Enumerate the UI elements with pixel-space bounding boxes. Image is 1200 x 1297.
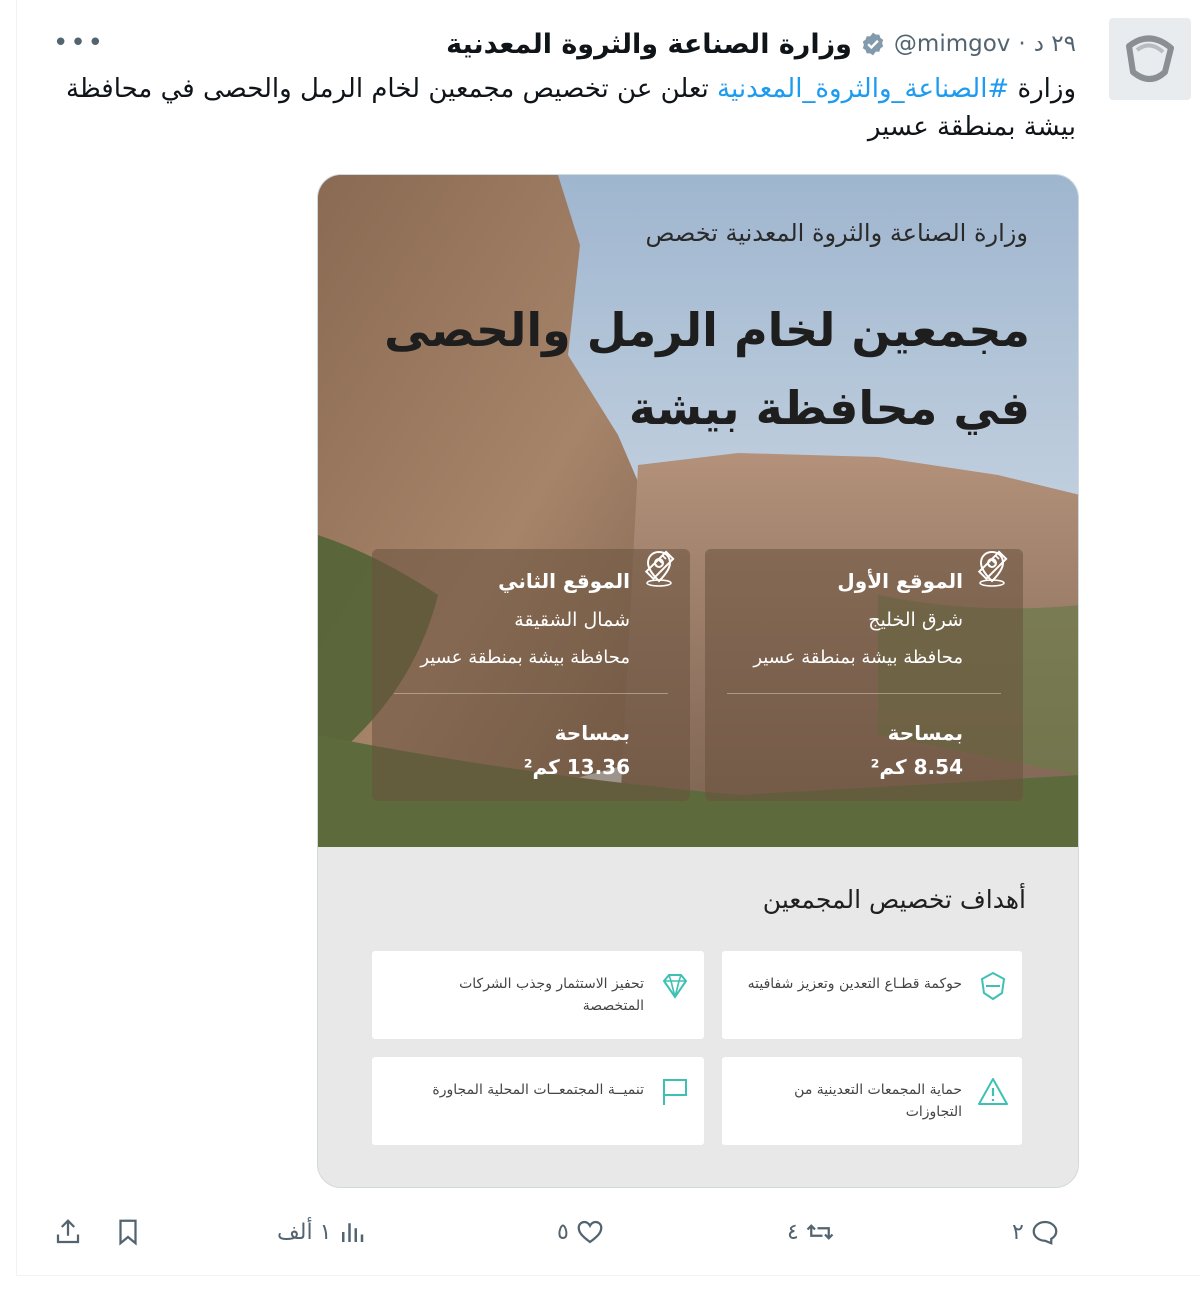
more-options-icon[interactable]: •••: [53, 28, 105, 58]
retweet-icon: [806, 1224, 834, 1240]
flag-icon: [663, 1079, 687, 1105]
area-value: 13.36 كم²: [523, 755, 630, 779]
goal-card: تحفيز الاستثمار وجذب الشركات المتخصصة: [372, 951, 704, 1039]
image-title: مجمعين لخام الرمل والحصى في محافظة بيشة: [350, 291, 1030, 447]
share-icon: [56, 1219, 80, 1244]
analytics-icon: [342, 1223, 364, 1242]
goal-text: حوكمة قطـاع التعدين وتعزيز شفافيته: [747, 976, 962, 992]
location-card-second: الموقع الثاني شمال الشقيقة محافظة بيشة ب…: [372, 549, 690, 801]
goal-card: حوكمة قطـاع التعدين وتعزيز شفافيته: [722, 951, 1022, 1039]
location-name: شرق الخليج: [868, 609, 963, 631]
area-label: بمساحة: [554, 721, 630, 745]
bookmark-icon: [119, 1219, 137, 1246]
tweet-header: وزارة الصناعة والثروة المعدنية @mimgov ·…: [446, 24, 1076, 64]
views-count: ١ ألف: [277, 1219, 332, 1245]
divider: [727, 693, 1001, 694]
landscape-photo: وزارة الصناعة والثروة المعدنية تخصص مجمع…: [318, 175, 1078, 847]
share-button[interactable]: [53, 1210, 83, 1254]
ministry-logo-icon: [1126, 35, 1174, 82]
like-button[interactable]: ٥: [557, 1210, 605, 1254]
bookmark-button[interactable]: [113, 1210, 143, 1254]
reply-icon: [1032, 1220, 1058, 1245]
ruler-icon: [644, 550, 675, 581]
location-heading: الموقع الثاني: [498, 569, 630, 593]
shield-icon: [980, 971, 1006, 1001]
ruler-icon: [977, 550, 1008, 581]
goal-text: حماية المجمعات التعدينية من التجاوزات: [794, 1082, 962, 1120]
warning-icon: [978, 1078, 1008, 1105]
divider: [394, 693, 668, 694]
image-title-line1: مجمعين لخام الرمل والحصى: [384, 303, 1030, 357]
author-name[interactable]: وزارة الصناعة والثروة المعدنية: [446, 29, 852, 60]
retweet-count: ٤: [787, 1219, 799, 1245]
location-name: شمال الشقيقة: [514, 609, 630, 631]
goal-text: تحفيز الاستثمار وجذب الشركات المتخصصة: [459, 976, 644, 1014]
location-region: محافظة بيشة بمنطقة عسير: [753, 647, 963, 668]
hashtag-link[interactable]: #الصناعة_والثروة_المعدنية: [717, 74, 1009, 104]
location-heading: الموقع الأول: [837, 569, 963, 593]
reply-count: ٢: [1012, 1219, 1024, 1245]
tweet-text-prefix: وزارة: [1009, 74, 1076, 104]
tweet-media-image[interactable]: وزارة الصناعة والثروة المعدنية تخصص مجمع…: [317, 174, 1079, 1188]
like-count: ٥: [557, 1219, 569, 1245]
goal-card: تنميــة المجتمعــات المحلية المجاورة: [372, 1057, 704, 1145]
tweet-text: وزارة #الصناعة_والثروة_المعدنية تعلن عن …: [36, 70, 1076, 146]
reply-button[interactable]: ٢: [1012, 1210, 1060, 1254]
tweet-time[interactable]: ٢٩ د: [1034, 31, 1076, 57]
image-title-line2: في محافظة بيشة: [628, 381, 1030, 435]
separator-dot: ·: [1018, 31, 1026, 57]
goals-title: أهداف تخصيص المجمعين: [762, 885, 1026, 914]
verified-badge-icon: [862, 32, 884, 56]
avatar[interactable]: [1109, 18, 1191, 100]
goals-section: أهداف تخصيص المجمعين حوكمة قطـاع التعدين…: [318, 847, 1078, 1187]
area-value: 8.54 كم²: [870, 755, 963, 779]
retweet-button[interactable]: ٤: [787, 1210, 835, 1254]
heart-icon: [577, 1220, 603, 1244]
views-button[interactable]: ١ ألف: [277, 1210, 367, 1254]
tweet[interactable]: وزارة الصناعة والثروة المعدنية @mimgov ·…: [16, 0, 1200, 1276]
image-subtitle: وزارة الصناعة والثروة المعدنية تخصص: [645, 219, 1029, 247]
location-region: محافظة بيشة بمنطقة عسير: [420, 647, 630, 668]
author-handle[interactable]: @mimgov: [894, 31, 1010, 57]
tweet-actions: ٢ ٤ ٥ ١ ألف: [17, 1210, 1200, 1254]
goal-card: حماية المجمعات التعدينية من التجاوزات: [722, 1057, 1022, 1145]
area-label: بمساحة: [887, 721, 963, 745]
diamond-icon: [662, 974, 688, 999]
location-card-first: الموقع الأول شرق الخليج محافظة بيشة بمنط…: [705, 549, 1023, 801]
goal-text: تنميــة المجتمعــات المحلية المجاورة: [432, 1082, 644, 1098]
